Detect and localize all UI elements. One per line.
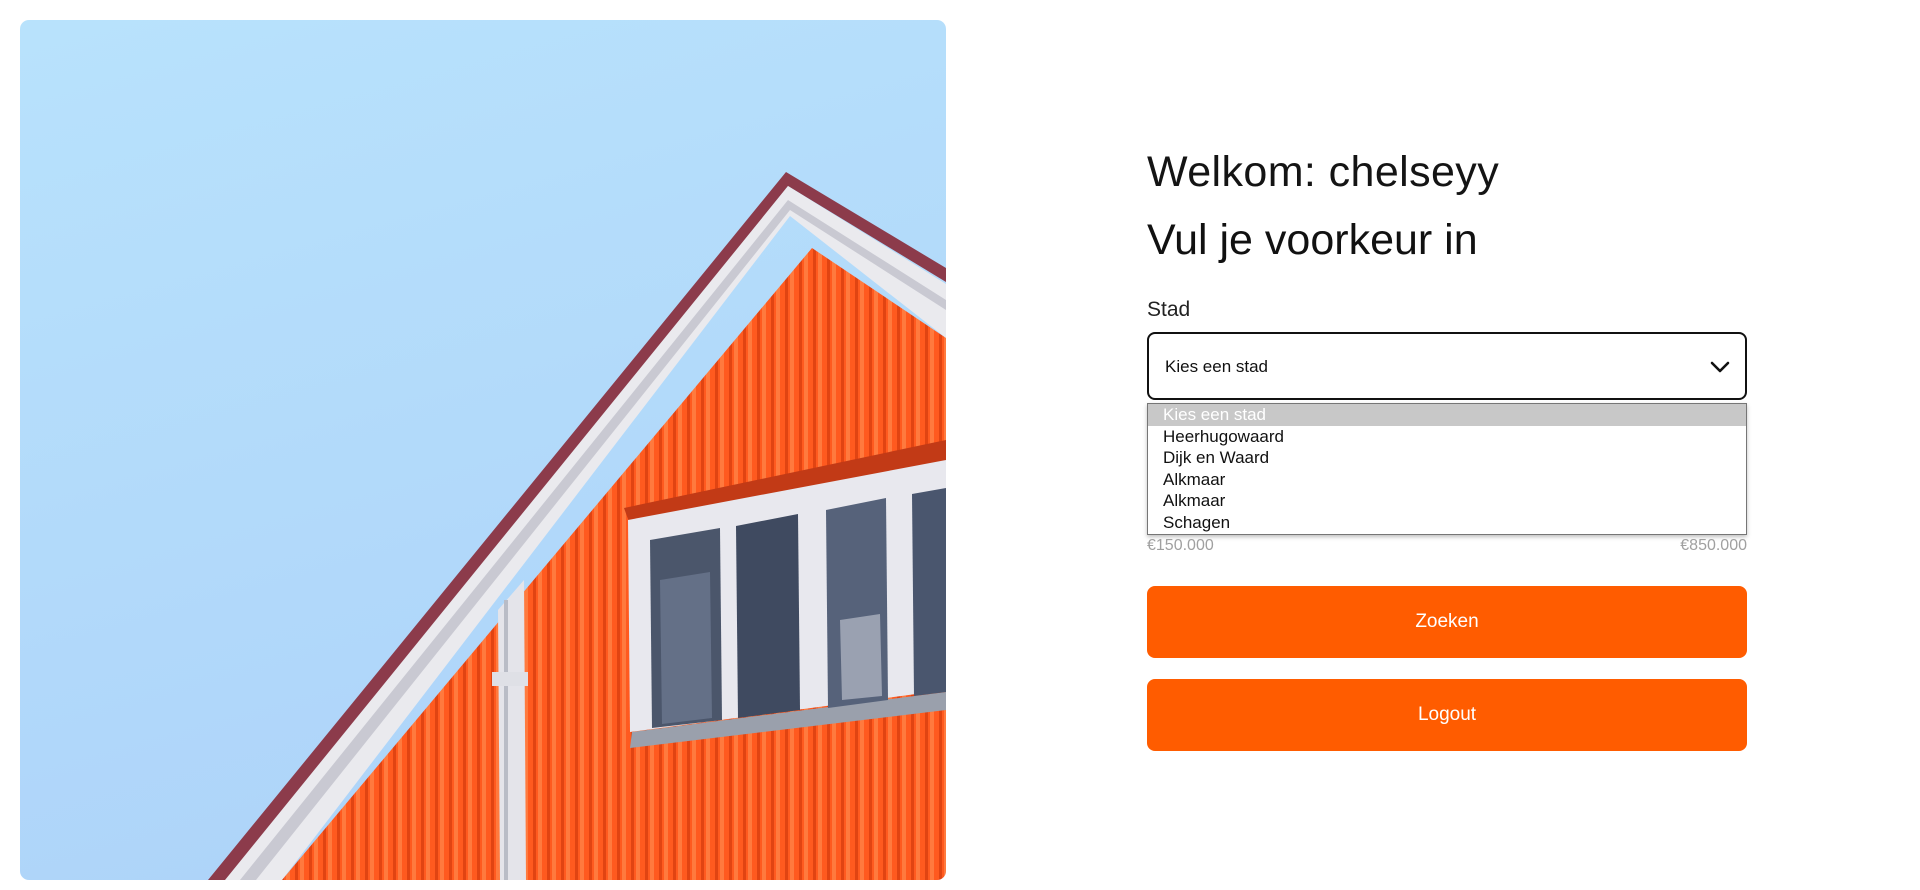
house-facade-image [20, 20, 946, 880]
city-dropdown-list: Kies een stad Heerhugowaard Dijk en Waar… [1147, 403, 1747, 535]
logout-button[interactable]: Logout [1147, 679, 1747, 751]
city-option[interactable]: Alkmaar [1148, 490, 1746, 512]
city-select[interactable]: Kies een stad [1147, 332, 1747, 400]
city-option[interactable]: Schagen [1148, 512, 1746, 534]
form-subtitle: Vul je voorkeur in [1147, 216, 1478, 264]
search-button[interactable]: Zoeken [1147, 586, 1747, 658]
city-option[interactable]: Heerhugowaard [1148, 426, 1746, 448]
price-min-label: €150.000 [1147, 537, 1214, 554]
city-option[interactable]: Alkmaar [1148, 469, 1746, 491]
chevron-down-icon [1710, 361, 1730, 373]
city-option[interactable]: Kies een stad [1148, 404, 1746, 426]
greeting-heading: Welkom: chelseyy [1147, 148, 1500, 196]
city-option[interactable]: Dijk en Waard [1148, 447, 1746, 469]
price-max-label: €850.000 [1680, 537, 1747, 554]
city-label: Stad [1147, 298, 1191, 321]
preference-form: Welkom: chelseyy Vul je voorkeur in Stad… [1147, 0, 1751, 890]
city-select-value: Kies een stad [1165, 357, 1269, 376]
